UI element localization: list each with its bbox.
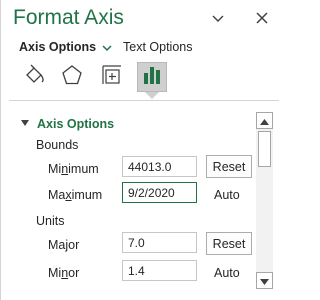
- divider: [9, 100, 279, 101]
- chevron-down-icon: [210, 10, 226, 26]
- scroll-thumb[interactable]: [258, 131, 271, 167]
- tab-text-options[interactable]: Text Options: [123, 40, 192, 54]
- tab-effects[interactable]: [57, 62, 87, 92]
- minimum-label-post: imum: [68, 162, 99, 176]
- minor-field[interactable]: [122, 260, 197, 281]
- major-label: Major: [48, 238, 79, 252]
- maximum-label: Maximum: [48, 188, 102, 202]
- minor-label-pre: Mi: [48, 266, 62, 280]
- maximum-label-post: imum: [71, 188, 103, 202]
- maximum-auto-label: Auto: [214, 188, 240, 202]
- tab-axis-options-label: Axis Options: [19, 40, 97, 54]
- maximum-label-pre: Ma: [48, 188, 66, 202]
- major-field[interactable]: [122, 232, 197, 253]
- effects-icon: [61, 64, 83, 91]
- axis-options-icon: [141, 64, 163, 91]
- close-button[interactable]: [254, 10, 270, 26]
- major-label-pre: Ma: [48, 238, 66, 252]
- tab-axis-options-icon[interactable]: [137, 62, 167, 92]
- size-properties-icon: [101, 64, 123, 91]
- close-icon: [254, 10, 270, 26]
- tab-size-properties[interactable]: [97, 62, 127, 92]
- section-axis-options-label: Axis Options: [37, 117, 115, 131]
- minor-label-post: or: [68, 266, 80, 280]
- pane-title: Format Axis: [13, 6, 124, 29]
- triangle-down-icon: [21, 116, 29, 130]
- minimum-label-pre: Mi: [48, 162, 62, 176]
- pane-options-button[interactable]: [210, 10, 226, 26]
- bounds-group-label: Bounds: [36, 138, 79, 152]
- vertical-scrollbar[interactable]: [256, 112, 273, 289]
- scroll-up-button[interactable]: [256, 112, 273, 129]
- maximum-field[interactable]: [122, 182, 197, 203]
- active-tab-pointer: [145, 92, 159, 99]
- minimum-reset-button[interactable]: Reset: [206, 155, 252, 178]
- section-axis-options[interactable]: Axis Options: [21, 116, 114, 131]
- minimum-field[interactable]: [122, 156, 197, 177]
- minor-auto-label: Auto: [214, 266, 240, 280]
- minimum-label: Minimum: [48, 162, 99, 176]
- scroll-down-button[interactable]: [256, 272, 273, 289]
- fill-line-icon: [23, 64, 45, 91]
- tab-axis-options[interactable]: Axis Options: [19, 40, 112, 55]
- major-reset-button[interactable]: Reset: [206, 232, 252, 255]
- major-label-post: or: [68, 238, 80, 252]
- arrow-down-icon: [260, 272, 269, 290]
- arrow-up-icon: [260, 112, 269, 130]
- minor-label: Minor: [48, 266, 79, 280]
- format-axis-pane: Format Axis Axis Options Text Options Ax…: [0, 0, 286, 300]
- units-group-label: Units: [36, 214, 65, 228]
- chevron-down-icon: [102, 41, 112, 55]
- tab-fill-line[interactable]: [19, 62, 49, 92]
